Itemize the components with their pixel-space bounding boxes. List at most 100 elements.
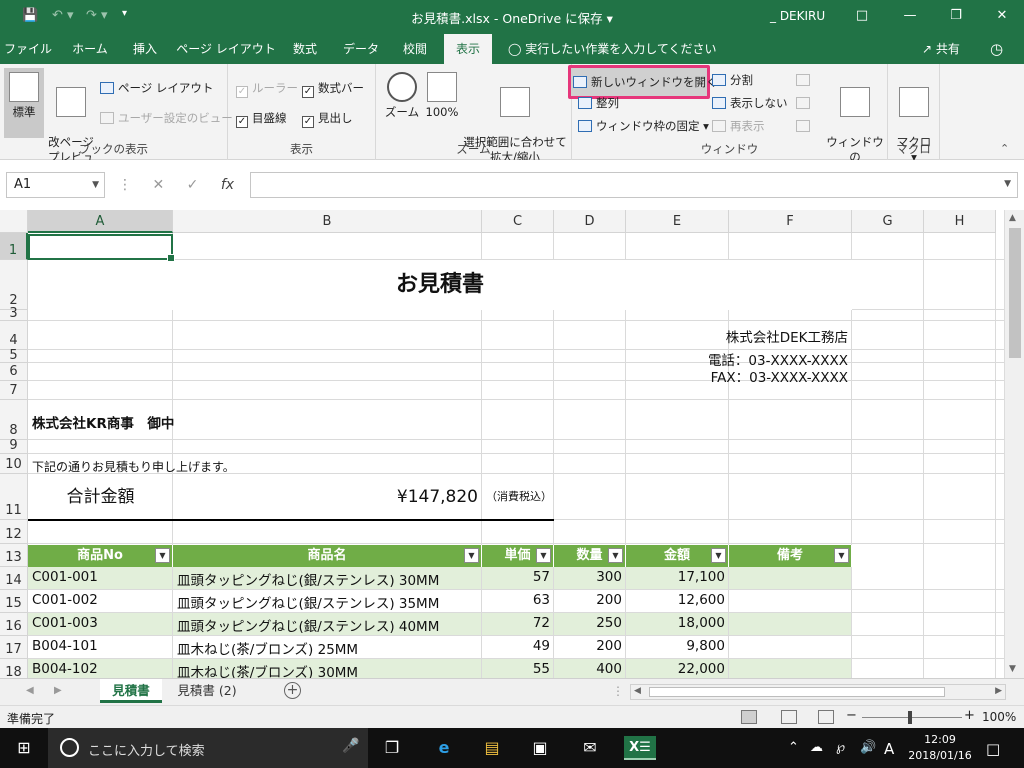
header-product-no[interactable]: 商品No ▼ [28, 545, 173, 567]
row-header-8[interactable]: 8 [0, 400, 28, 440]
row-header-2[interactable]: 2 [0, 260, 28, 310]
column-header-a[interactable]: A [28, 210, 173, 233]
row-header-18[interactable]: 18 [0, 659, 28, 678]
filter-dropdown-icon[interactable]: ▼ [155, 548, 170, 563]
scroll-up-icon[interactable]: ▲ [1009, 213, 1016, 223]
network-icon[interactable]: ℘ [836, 740, 845, 755]
header-amount[interactable]: 金額 ▼ [626, 545, 729, 567]
cell-product-no[interactable]: B004-101 [32, 638, 98, 654]
split-button[interactable]: 分割 [712, 70, 753, 90]
arrange-all-button[interactable]: 整列 [578, 93, 619, 113]
insert-function-icon[interactable]: fx [221, 177, 234, 193]
windows-start-icon[interactable]: ⊞ [12, 736, 36, 760]
ribbon-display-options-icon[interactable]: □ [842, 4, 882, 28]
row-header-6[interactable]: 6 [0, 363, 28, 381]
zoom-out-icon[interactable]: − [846, 708, 857, 723]
cell-product-name[interactable]: 皿頭タッピングねじ(銀/ステンレス) 35MM [177, 592, 439, 612]
sheet-tab-estimate[interactable]: 見積書 [100, 679, 162, 703]
tab-data[interactable]: データ [334, 34, 388, 64]
column-header-h[interactable]: H [924, 210, 996, 233]
close-button[interactable]: ✕ [982, 4, 1022, 28]
column-header-f[interactable]: F [729, 210, 852, 233]
custom-views-button[interactable]: ユーザー設定のビュー [100, 108, 233, 128]
ime-indicator[interactable]: A [884, 740, 894, 758]
edge-browser-icon[interactable]: e [432, 736, 456, 760]
zoom-slider-knob[interactable] [908, 711, 912, 724]
header-unit-price[interactable]: 単価 ▼ [482, 545, 554, 567]
filter-dropdown-icon[interactable]: ▼ [464, 548, 479, 563]
ruler-checkbox[interactable]: ✓ ルーラー [236, 78, 298, 98]
column-header-b[interactable]: B [173, 210, 482, 233]
worksheet-grid[interactable]: A B C D E F G H 1 2 3 4 5 6 7 8 9 10 11 … [0, 210, 1004, 678]
active-cell-a1[interactable] [28, 234, 175, 262]
hide-window-button[interactable]: 表示しない [712, 93, 788, 113]
header-quantity[interactable]: 数量 ▼ [554, 545, 626, 567]
cell-unit-price[interactable]: 72 [482, 615, 550, 631]
select-all-button[interactable] [0, 210, 28, 233]
cell-amount[interactable]: 18,000 [626, 615, 725, 631]
tab-file[interactable]: ファイル [0, 34, 56, 64]
tab-insert[interactable]: 挿入 [120, 34, 170, 64]
name-box[interactable]: A1 ▼ [6, 172, 105, 198]
tell-me-box[interactable]: ◯ 実行したい作業を入力してください [508, 34, 717, 64]
store-icon[interactable]: ▣ [528, 736, 552, 760]
cell-unit-price[interactable]: 55 [482, 661, 550, 677]
task-view-icon[interactable]: ❐ [380, 736, 404, 760]
cell-quantity[interactable]: 400 [554, 661, 622, 677]
filter-dropdown-icon[interactable]: ▼ [608, 548, 623, 563]
unhide-window-button[interactable]: 再表示 [712, 116, 765, 136]
cancel-icon[interactable]: ✕ [152, 177, 164, 193]
reset-window-position-icon[interactable] [796, 116, 814, 136]
file-explorer-icon[interactable]: ▤ [480, 736, 504, 760]
cell-product-no[interactable]: C001-002 [32, 592, 98, 608]
column-header-g[interactable]: G [852, 210, 924, 233]
minimize-button[interactable]: — [890, 4, 930, 28]
row-header-13[interactable]: 13 [0, 544, 28, 567]
cell-amount[interactable]: 22,000 [626, 661, 725, 677]
cell-product-no[interactable]: C001-001 [32, 569, 98, 585]
onedrive-icon[interactable]: ☁ [810, 740, 823, 755]
synchronous-scrolling-icon[interactable] [796, 93, 814, 113]
row-header-17[interactable]: 17 [0, 636, 28, 659]
row-header-9[interactable]: 9 [0, 439, 28, 454]
horizontal-scroll-thumb[interactable] [649, 687, 945, 697]
row-header-15[interactable]: 15 [0, 590, 28, 613]
normal-view-status-icon[interactable] [741, 710, 757, 724]
zoom-in-icon[interactable]: + [964, 708, 975, 723]
row-header-3[interactable]: 3 [0, 307, 28, 321]
cell-quantity[interactable]: 250 [554, 615, 622, 631]
add-sheet-icon[interactable]: + [284, 682, 301, 699]
excel-taskbar-icon[interactable]: X☰ [624, 736, 656, 760]
cell-product-name[interactable]: 皿頭タッピングねじ(銀/ステンレス) 40MM [177, 615, 439, 635]
cell-amount[interactable]: 12,600 [626, 592, 725, 608]
zoom-100-button[interactable]: 100% [424, 68, 460, 120]
zoom-slider[interactable] [862, 717, 962, 718]
cell-product-name[interactable]: 皿木ねじ(茶/ブロンズ) 25MM [177, 638, 358, 658]
prev-sheet-icon[interactable]: ◀ [26, 685, 34, 696]
column-header-c[interactable]: C [482, 210, 554, 233]
row-header-14[interactable]: 14 [0, 567, 28, 590]
zoom-button[interactable]: ズーム [382, 68, 422, 120]
view-side-by-side-icon[interactable] [796, 70, 814, 90]
cell-unit-price[interactable]: 49 [482, 638, 550, 654]
name-box-dropdown-icon[interactable]: ▼ [92, 173, 99, 197]
row-header-12[interactable]: 12 [0, 520, 28, 544]
scroll-left-icon[interactable]: ◀ [634, 686, 641, 696]
activity-history-icon[interactable]: ◷ [990, 34, 1003, 64]
cell-unit-price[interactable]: 63 [482, 592, 550, 608]
cell-product-name[interactable]: 皿頭タッピングねじ(銀/ステンレス) 30MM [177, 569, 439, 589]
page-layout-view-button[interactable]: ページ レイアウト [100, 78, 213, 98]
tab-splitter-icon[interactable]: ⋮ [612, 684, 624, 698]
row-header-11[interactable]: 11 [0, 474, 28, 520]
cell-product-name[interactable]: 皿木ねじ(茶/ブロンズ) 30MM [177, 661, 358, 678]
filter-dropdown-icon[interactable]: ▼ [536, 548, 551, 563]
row-header-16[interactable]: 16 [0, 613, 28, 636]
collapse-ribbon-icon[interactable]: ⌃ [1000, 142, 1009, 155]
cell-product-no[interactable]: C001-003 [32, 615, 98, 631]
cell-amount[interactable]: 9,800 [626, 638, 725, 654]
page-break-status-icon[interactable] [818, 710, 834, 724]
tab-view[interactable]: 表示 [444, 34, 492, 64]
scroll-down-icon[interactable]: ▼ [1009, 664, 1016, 674]
formula-input[interactable]: ▼ [250, 172, 1018, 198]
restore-button[interactable]: ❐ [936, 4, 976, 28]
